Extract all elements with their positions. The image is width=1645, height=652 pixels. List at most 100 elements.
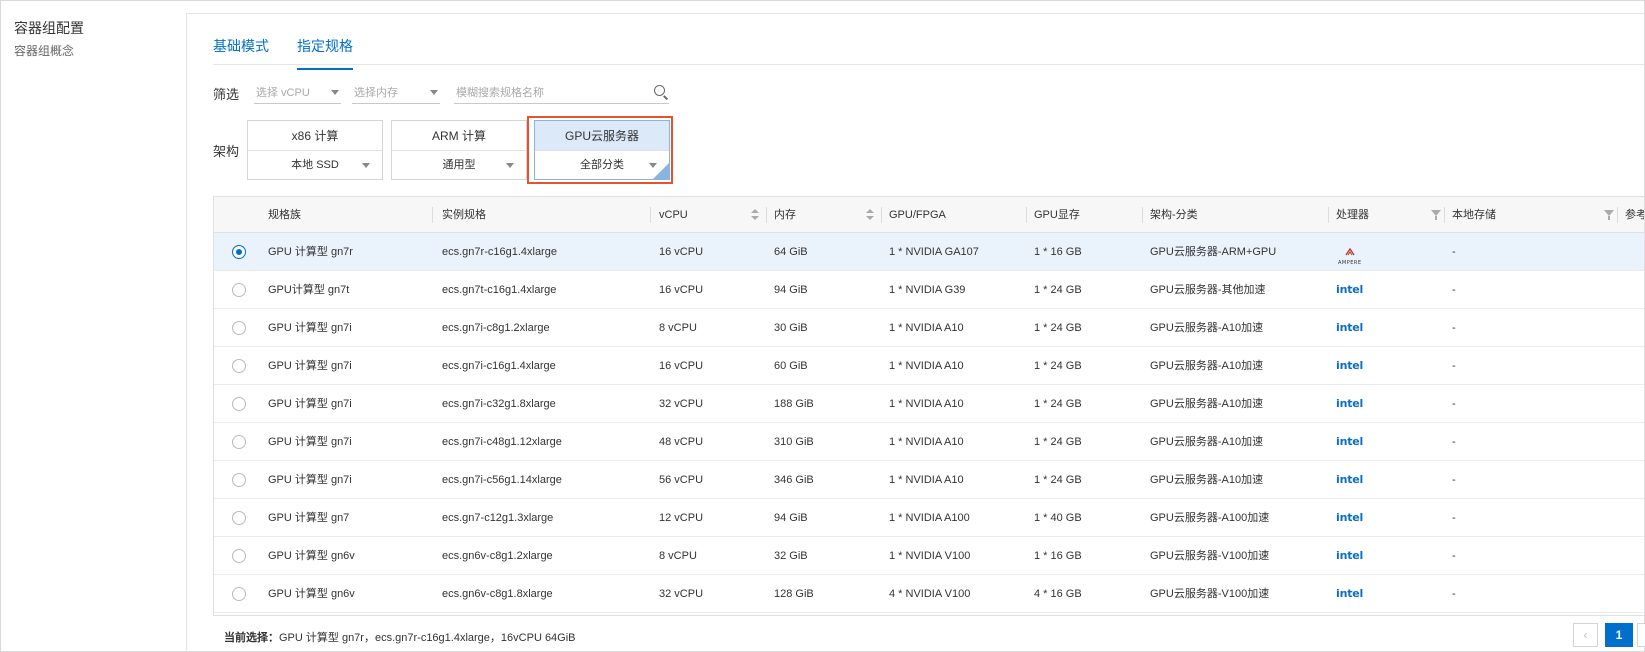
intel-logo-icon: intel: [1336, 397, 1364, 410]
cell-family: GPU 计算型 gn7i: [268, 436, 352, 448]
row-radio[interactable]: [232, 359, 246, 373]
table-row[interactable]: GPU 计算型 gn7i ecs.gn7i-c56g1.14xlarge 56 vC…: [214, 461, 1644, 499]
intel-logo-icon: intel: [1336, 359, 1364, 372]
sort-icon[interactable]: [751, 209, 759, 221]
section-title: 容器组配置: [14, 20, 84, 36]
cell-family: GPU 计算型 gn7r: [268, 246, 353, 258]
vcpu-select-placeholder: 选择 vCPU: [256, 87, 310, 99]
column-divider: [1142, 207, 1143, 223]
table-row[interactable]: GPU 计算型 gn7i ecs.gn7i-c16g1.4xlarge 16 vCP…: [214, 347, 1644, 385]
cell-instance: ecs.gn7i-c32g1.8xlarge: [442, 398, 556, 410]
ampere-logo-icon: AMPERE: [1336, 233, 1368, 271]
table-row[interactable]: GPU 计算型 gn7i ecs.gn7i-c48g1.12xlarge 48 vC…: [214, 423, 1644, 461]
table-row[interactable]: GPU 计算型 gn7i ecs.gn7i-c32g1.8xlarge 32 vCP…: [214, 385, 1644, 423]
col-local-storage: 本地存储: [1452, 209, 1496, 221]
cell-gpu-memory: 4 * 16 GB: [1034, 588, 1082, 600]
prev-page-button[interactable]: ‹: [1573, 623, 1598, 647]
current-selection: 当前选择：GPU 计算型 gn7r，ecs.gn7r-c16g1.4xlarge…: [224, 629, 576, 645]
cell-local-storage: -: [1452, 512, 1456, 524]
table-header: 规格族 实例规格 vCPU 内存 GPU/FPGA GPU显存 架构-分类 处理…: [214, 197, 1644, 233]
cell-instance: ecs.gn7-c12g1.3xlarge: [442, 512, 554, 524]
cell-vcpu: 16 vCPU: [659, 360, 704, 372]
cell-memory: 128 GiB: [774, 588, 814, 600]
spec-search-input[interactable]: 模糊搜索规格名称: [454, 84, 669, 104]
cell-local-storage: -: [1452, 322, 1456, 334]
cell-gpu-memory: 1 * 16 GB: [1034, 550, 1082, 562]
chevron-down-icon: [362, 163, 370, 168]
cell-arch: GPU云服务器-A10加速: [1150, 398, 1264, 410]
search-placeholder: 模糊搜索规格名称: [456, 87, 544, 99]
cell-arch: GPU云服务器-其他加速: [1150, 284, 1266, 296]
cell-memory: 310 GiB: [774, 436, 814, 448]
col-reference: 参考: [1625, 209, 1645, 221]
chevron-down-icon: [430, 90, 438, 95]
row-radio[interactable]: [232, 245, 246, 259]
section-subtitle-link[interactable]: 容器组概念: [14, 42, 74, 59]
row-radio[interactable]: [232, 397, 246, 411]
row-radio[interactable]: [232, 511, 246, 525]
cell-arch: GPU云服务器-ARM+GPU: [1150, 246, 1277, 258]
table-row[interactable]: GPU 计算型 gn7i ecs.gn7i-c8g1.2xlarge 8 vCPU 3…: [214, 309, 1644, 347]
filter-label: 筛选: [213, 87, 240, 102]
row-radio[interactable]: [232, 473, 246, 487]
cell-local-storage: -: [1452, 436, 1456, 448]
tab-divider: [213, 64, 1645, 65]
arch-category-select[interactable]: 本地 SSD: [248, 151, 382, 180]
cell-family: GPU 计算型 gn6v: [268, 550, 355, 562]
cell-memory: 30 GiB: [774, 322, 808, 334]
cell-arch: GPU云服务器-V100加速: [1150, 550, 1270, 562]
cell-memory: 64 GiB: [774, 246, 808, 258]
table-row[interactable]: GPU 计算型 gn7r ecs.gn7r-c16g1.4xlarge 16 vCP…: [214, 233, 1644, 271]
filter-icon[interactable]: [1604, 210, 1614, 220]
table-row[interactable]: GPU 计算型 gn6v ecs.gn6v-c8g1.2xlarge 8 vCPU 3…: [214, 537, 1644, 575]
cell-gpu: 1 * NVIDIA A10: [889, 360, 964, 372]
cell-vcpu: 8 vCPU: [659, 550, 697, 562]
cell-vcpu: 48 vCPU: [659, 436, 704, 448]
table-row[interactable]: GPU 计算型 gn6v ecs.gn6v-c8g1.8xlarge 32 vCPU…: [214, 575, 1644, 613]
row-radio[interactable]: [232, 321, 246, 335]
cell-local-storage: -: [1452, 398, 1456, 410]
row-radio[interactable]: [232, 435, 246, 449]
cell-local-storage: -: [1452, 246, 1456, 258]
next-page-button[interactable]: [1637, 623, 1645, 647]
cell-gpu: 1 * NVIDIA A100: [889, 512, 970, 524]
cell-arch: GPU云服务器-A10加速: [1150, 436, 1264, 448]
cell-memory: 188 GiB: [774, 398, 814, 410]
cell-family: GPU 计算型 gn7i: [268, 360, 352, 372]
col-arch: 架构-分类: [1150, 209, 1198, 221]
highlight-box: [527, 116, 673, 184]
arch-option-name: ARM 计算: [392, 121, 526, 151]
cell-gpu-memory: 1 * 24 GB: [1034, 322, 1082, 334]
cell-local-storage: -: [1452, 474, 1456, 486]
table-row[interactable]: GPU计算型 gn7t ecs.gn7t-c16g1.4xlarge 16 vCPU…: [214, 271, 1644, 309]
row-radio[interactable]: [232, 283, 246, 297]
cell-vcpu: 12 vCPU: [659, 512, 704, 524]
cell-instance: ecs.gn7i-c56g1.14xlarge: [442, 474, 562, 486]
cell-instance: ecs.gn7i-c16g1.4xlarge: [442, 360, 556, 372]
search-icon[interactable]: [654, 85, 665, 96]
cell-family: GPU 计算型 gn6v: [268, 588, 355, 600]
cell-gpu-memory: 1 * 24 GB: [1034, 398, 1082, 410]
col-processor: 处理器: [1336, 209, 1369, 221]
cell-memory: 94 GiB: [774, 512, 808, 524]
vcpu-select[interactable]: 选择 vCPU: [254, 84, 341, 104]
filter-icon[interactable]: [1431, 210, 1441, 220]
table-body: GPU 计算型 gn7r ecs.gn7r-c16g1.4xlarge 16 vCP…: [214, 233, 1644, 613]
current-selection-value: GPU 计算型 gn7r，ecs.gn7r-c16g1.4xlarge，16vC…: [279, 632, 576, 644]
arch-option-x86[interactable]: x86 计算 本地 SSD: [247, 120, 383, 180]
sort-icon[interactable]: [866, 209, 874, 221]
page-number-button[interactable]: 1: [1605, 623, 1633, 647]
memory-select[interactable]: 选择内存: [352, 84, 440, 104]
cell-arch: GPU云服务器-A100加速: [1150, 512, 1270, 524]
row-radio[interactable]: [232, 587, 246, 601]
cell-instance: ecs.gn6v-c8g1.2xlarge: [442, 550, 553, 562]
cell-local-storage: -: [1452, 550, 1456, 562]
row-radio[interactable]: [232, 549, 246, 563]
arch-option-arm[interactable]: ARM 计算 通用型: [391, 120, 527, 180]
cell-vcpu: 16 vCPU: [659, 246, 704, 258]
column-divider: [1444, 207, 1445, 223]
arch-category-select[interactable]: 通用型: [392, 151, 526, 180]
table-row[interactable]: GPU 计算型 gn7 ecs.gn7-c12g1.3xlarge 12 vCPU 9…: [214, 499, 1644, 537]
cell-instance: ecs.gn7i-c8g1.2xlarge: [442, 322, 550, 334]
cell-gpu: 1 * NVIDIA A10: [889, 436, 964, 448]
